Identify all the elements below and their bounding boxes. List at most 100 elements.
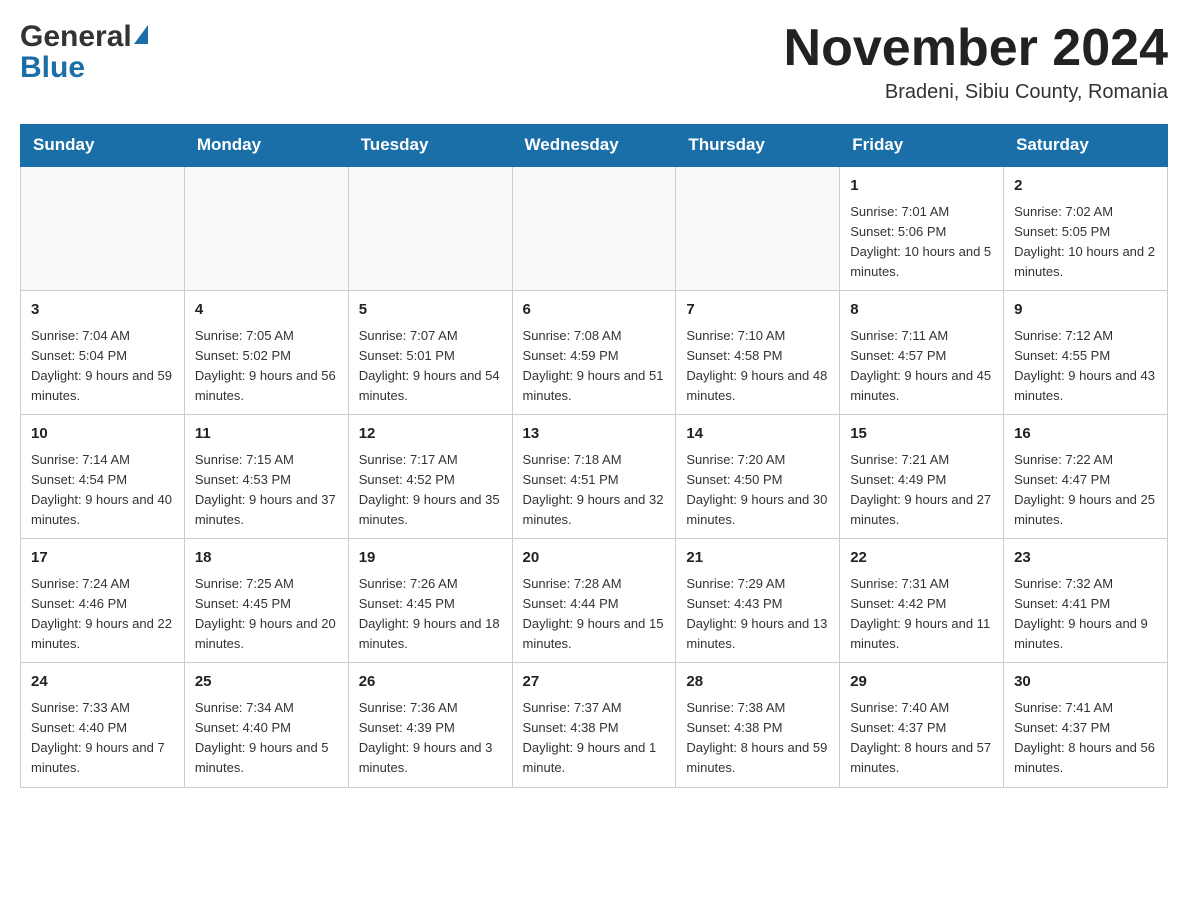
day-number: 12: [359, 423, 502, 446]
calendar-day-cell: 8Sunrise: 7:11 AMSunset: 4:57 PMDaylight…: [840, 291, 1004, 415]
day-number: 25: [195, 671, 338, 694]
calendar-day-cell: 7 Sunrise: 7:10 AMSunset: 4:58 PMDaylight…: [676, 291, 840, 415]
day-number: 20: [523, 547, 666, 570]
day-number: 14: [686, 423, 829, 446]
weekday-header-wednesday: Wednesday: [512, 125, 676, 167]
day-number: 6: [523, 299, 666, 322]
weekday-header-sunday: Sunday: [21, 125, 185, 167]
day-number: 16: [1014, 423, 1157, 446]
calendar-day-cell: 10Sunrise: 7:14 AMSunset: 4:54 PMDayligh…: [21, 415, 185, 539]
day-number: 22: [850, 547, 993, 570]
day-number: 11: [195, 423, 338, 446]
calendar-day-cell: 6 Sunrise: 7:08 AMSunset: 4:59 PMDaylight…: [512, 291, 676, 415]
day-number: 17: [31, 547, 174, 570]
day-info: Sunrise: 7:05 AMSunset: 5:02 PMDaylight:…: [195, 326, 338, 407]
day-number: 10: [31, 423, 174, 446]
calendar-day-cell: 25Sunrise: 7:34 AMSunset: 4:40 PMDayligh…: [184, 663, 348, 787]
day-number: 27: [523, 671, 666, 694]
day-info: Sunrise: 7:07 AMSunset: 5:01 PMDaylight:…: [359, 326, 502, 407]
calendar-day-cell: [348, 166, 512, 291]
calendar-day-cell: 16 Sunrise: 7:22 AMSunset: 4:47 PMDayligh…: [1004, 415, 1168, 539]
calendar-week-row: 10Sunrise: 7:14 AMSunset: 4:54 PMDayligh…: [21, 415, 1168, 539]
day-info: Sunrise: 7:37 AMSunset: 4:38 PMDaylight:…: [523, 698, 666, 779]
day-info: Sunrise: 7:20 AMSunset: 4:50 PMDaylight:…: [686, 450, 829, 531]
calendar-day-cell: 23 Sunrise: 7:32 AMSunset: 4:41 PMDayligh…: [1004, 539, 1168, 663]
day-info: Sunrise: 7:04 AMSunset: 5:04 PMDaylight:…: [31, 326, 174, 407]
day-info: Sunrise: 7:26 AMSunset: 4:45 PMDaylight:…: [359, 574, 502, 655]
calendar-day-cell: 14 Sunrise: 7:20 AMSunset: 4:50 PMDayligh…: [676, 415, 840, 539]
day-number: 7: [686, 299, 829, 322]
day-info: Sunrise: 7:31 AMSunset: 4:42 PMDaylight:…: [850, 574, 993, 655]
day-info: Sunrise: 7:33 AMSunset: 4:40 PMDaylight:…: [31, 698, 174, 779]
day-number: 28: [686, 671, 829, 694]
calendar-table: SundayMondayTuesdayWednesdayThursdayFrid…: [20, 124, 1168, 787]
weekday-header-saturday: Saturday: [1004, 125, 1168, 167]
calendar-day-cell: 4 Sunrise: 7:05 AMSunset: 5:02 PMDaylight…: [184, 291, 348, 415]
day-number: 3: [31, 299, 174, 322]
calendar-day-cell: 29Sunrise: 7:40 AMSunset: 4:37 PMDayligh…: [840, 663, 1004, 787]
logo-general-text: General: [20, 20, 132, 53]
day-info: Sunrise: 7:21 AMSunset: 4:49 PMDaylight:…: [850, 450, 993, 531]
day-info: Sunrise: 7:18 AMSunset: 4:51 PMDaylight:…: [523, 450, 666, 531]
calendar-day-cell: 26Sunrise: 7:36 AMSunset: 4:39 PMDayligh…: [348, 663, 512, 787]
day-info: Sunrise: 7:12 AMSunset: 4:55 PMDaylight:…: [1014, 326, 1157, 407]
day-info: Sunrise: 7:28 AMSunset: 4:44 PMDaylight:…: [523, 574, 666, 655]
calendar-day-cell: 2 Sunrise: 7:02 AMSunset: 5:05 PMDaylight…: [1004, 166, 1168, 291]
day-info: Sunrise: 7:25 AMSunset: 4:45 PMDaylight:…: [195, 574, 338, 655]
day-number: 18: [195, 547, 338, 570]
day-info: Sunrise: 7:24 AMSunset: 4:46 PMDaylight:…: [31, 574, 174, 655]
day-number: 1: [850, 175, 993, 198]
day-info: Sunrise: 7:32 AMSunset: 4:41 PMDaylight:…: [1014, 574, 1157, 655]
day-info: Sunrise: 7:15 AMSunset: 4:53 PMDaylight:…: [195, 450, 338, 531]
day-number: 13: [523, 423, 666, 446]
weekday-header-thursday: Thursday: [676, 125, 840, 167]
calendar-week-row: 3 Sunrise: 7:04 AMSunset: 5:04 PMDaylight…: [21, 291, 1168, 415]
calendar-day-cell: 1 Sunrise: 7:01 AMSunset: 5:06 PMDaylight…: [840, 166, 1004, 291]
day-info: Sunrise: 7:10 AMSunset: 4:58 PMDaylight:…: [686, 326, 829, 407]
day-info: Sunrise: 7:40 AMSunset: 4:37 PMDaylight:…: [850, 698, 993, 779]
day-number: 15: [850, 423, 993, 446]
calendar-day-cell: 3 Sunrise: 7:04 AMSunset: 5:04 PMDaylight…: [21, 291, 185, 415]
logo-blue-text: Blue: [20, 51, 85, 85]
day-number: 30: [1014, 671, 1157, 694]
calendar-day-cell: 17 Sunrise: 7:24 AMSunset: 4:46 PMDayligh…: [21, 539, 185, 663]
day-info: Sunrise: 7:02 AMSunset: 5:05 PMDaylight:…: [1014, 202, 1157, 283]
calendar-day-cell: 22 Sunrise: 7:31 AMSunset: 4:42 PMDayligh…: [840, 539, 1004, 663]
calendar-header-row: SundayMondayTuesdayWednesdayThursdayFrid…: [21, 125, 1168, 167]
calendar-day-cell: 27 Sunrise: 7:37 AMSunset: 4:38 PMDayligh…: [512, 663, 676, 787]
calendar-day-cell: 5 Sunrise: 7:07 AMSunset: 5:01 PMDaylight…: [348, 291, 512, 415]
day-info: Sunrise: 7:41 AMSunset: 4:37 PMDaylight:…: [1014, 698, 1157, 779]
calendar-day-cell: 19Sunrise: 7:26 AMSunset: 4:45 PMDayligh…: [348, 539, 512, 663]
calendar-day-cell: 24Sunrise: 7:33 AMSunset: 4:40 PMDayligh…: [21, 663, 185, 787]
day-info: Sunrise: 7:01 AMSunset: 5:06 PMDaylight:…: [850, 202, 993, 283]
calendar-week-row: 1 Sunrise: 7:01 AMSunset: 5:06 PMDaylight…: [21, 166, 1168, 291]
day-info: Sunrise: 7:22 AMSunset: 4:47 PMDaylight:…: [1014, 450, 1157, 531]
calendar-day-cell: 21Sunrise: 7:29 AMSunset: 4:43 PMDayligh…: [676, 539, 840, 663]
day-info: Sunrise: 7:36 AMSunset: 4:39 PMDaylight:…: [359, 698, 502, 779]
weekday-header-monday: Monday: [184, 125, 348, 167]
location: Bradeni, Sibiu County, Romania: [784, 81, 1168, 104]
calendar-day-cell: [512, 166, 676, 291]
day-info: Sunrise: 7:08 AMSunset: 4:59 PMDaylight:…: [523, 326, 666, 407]
day-number: 2: [1014, 175, 1157, 198]
calendar-day-cell: 18 Sunrise: 7:25 AMSunset: 4:45 PMDayligh…: [184, 539, 348, 663]
calendar-day-cell: [676, 166, 840, 291]
weekday-header-friday: Friday: [840, 125, 1004, 167]
day-info: Sunrise: 7:38 AMSunset: 4:38 PMDaylight:…: [686, 698, 829, 779]
calendar-day-cell: [21, 166, 185, 291]
calendar-day-cell: 28 Sunrise: 7:38 AMSunset: 4:38 PMDayligh…: [676, 663, 840, 787]
day-number: 9: [1014, 299, 1157, 322]
day-number: 5: [359, 299, 502, 322]
logo: General Blue: [20, 20, 148, 85]
logo-triangle-icon: [134, 25, 148, 44]
calendar-day-cell: 12Sunrise: 7:17 AMSunset: 4:52 PMDayligh…: [348, 415, 512, 539]
calendar-week-row: 24Sunrise: 7:33 AMSunset: 4:40 PMDayligh…: [21, 663, 1168, 787]
calendar-day-cell: 9 Sunrise: 7:12 AMSunset: 4:55 PMDaylight…: [1004, 291, 1168, 415]
calendar-day-cell: 20 Sunrise: 7:28 AMSunset: 4:44 PMDayligh…: [512, 539, 676, 663]
day-number: 4: [195, 299, 338, 322]
calendar-day-cell: 13 Sunrise: 7:18 AMSunset: 4:51 PMDayligh…: [512, 415, 676, 539]
calendar-week-row: 17 Sunrise: 7:24 AMSunset: 4:46 PMDayligh…: [21, 539, 1168, 663]
weekday-header-tuesday: Tuesday: [348, 125, 512, 167]
day-number: 21: [686, 547, 829, 570]
day-number: 23: [1014, 547, 1157, 570]
